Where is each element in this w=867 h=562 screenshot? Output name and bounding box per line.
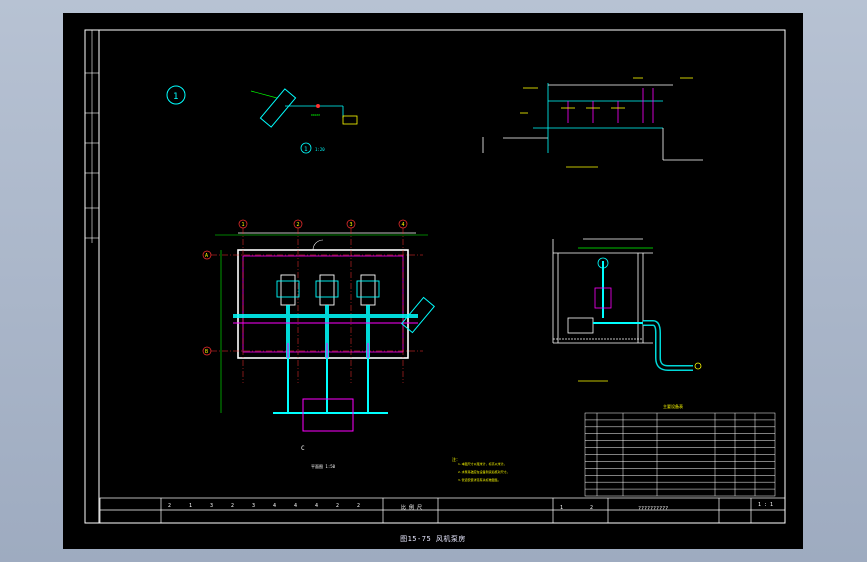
pump-room-plan: 1234 AB C 平面图 1:50 [202, 219, 435, 469]
title-drawing-name: ?????????? [638, 506, 668, 512]
detail-sketch: DN100 [250, 88, 358, 128]
section-ref-label: 1 [304, 146, 308, 153]
plan-label: C [301, 445, 305, 452]
plan-axis-top: 1 2 3 4 [238, 219, 408, 229]
title-digit: 4 [273, 503, 276, 509]
axis-label: 3 [350, 222, 353, 228]
axis-label: 4 [402, 222, 405, 228]
pump-elevation-view [552, 238, 702, 382]
title-digit: 1 [189, 503, 192, 509]
title-block-digits: 2 1 3 2 3 4 4 4 2 2 [168, 503, 360, 509]
page-mark-2: 2 [590, 505, 593, 511]
title-digit: 4 [294, 503, 297, 509]
plan-axis-left: AB [202, 250, 212, 356]
left-title-strip [85, 30, 99, 243]
notes-line-2: 2.水泵基础应在设备到货后核对尺寸。 [458, 469, 510, 474]
equipment-legend: 主要设备表 [584, 403, 776, 497]
title-scale: 1 : 1 [758, 502, 773, 508]
axis-label: 2 [297, 222, 300, 228]
drawing-caption: 图15-75 风机泵房 [400, 535, 466, 543]
title-center-text: 比 例 尺 [401, 504, 422, 511]
detail-circle-label: 1 [173, 92, 178, 102]
title-block [99, 497, 786, 524]
title-digit: 2 [357, 503, 360, 509]
design-notes: 注： 1.本图尺寸以毫米计，标高以米计。 2.水泵基础应在设备到货后核对尺寸。 … [452, 456, 510, 482]
axis-label: B [205, 349, 208, 355]
title-digit: 2 [231, 503, 234, 509]
title-digit: 3 [252, 503, 255, 509]
upper-section-view [482, 77, 703, 168]
page-mark-1: 1 [560, 505, 563, 511]
axis-label: 1 [242, 222, 245, 228]
title-digit: 4 [315, 503, 318, 509]
outer-border [84, 29, 786, 524]
plan-note: 平面图 1:50 [311, 463, 336, 469]
axis-label: A [205, 253, 208, 259]
svg-text:DN100: DN100 [311, 113, 320, 117]
title-digit: 2 [336, 503, 339, 509]
title-digit: 3 [210, 503, 213, 509]
notes-line-1: 1.本图尺寸以毫米计，标高以米计。 [458, 461, 507, 466]
notes-line-3: 3.管道安装详见有关标准图集。 [458, 477, 501, 482]
section-ref-scale: 1:20 [315, 147, 325, 152]
title-digit: 2 [168, 503, 171, 509]
cad-drawing: 2 1 3 2 3 4 4 4 2 2 比 例 尺 ?????????? 1 : 1 1 2 1 … [84, 29, 786, 524]
drawing-sheet: 2 1 3 2 3 4 4 4 2 2 比 例 尺 ?????????? 1 : 1 1 2 1 … [63, 13, 803, 549]
legend-title: 主要设备表 [663, 403, 683, 409]
